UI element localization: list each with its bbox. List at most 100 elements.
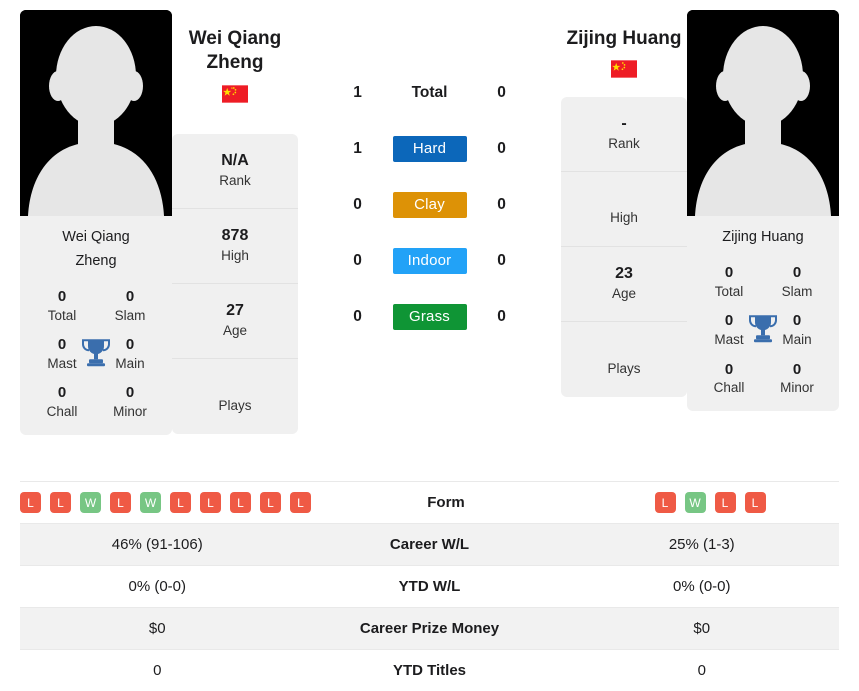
- right-card-high-label: High: [610, 210, 638, 226]
- left-card-rank-value: N/A: [221, 152, 249, 170]
- h2h-total-right: 0: [497, 84, 506, 101]
- right-form-badge-1[interactable]: W: [684, 492, 706, 513]
- left-card-high-label: High: [221, 248, 249, 264]
- left-player-titles-grid: 0 Total 0 Slam 0 Mast 0 Main 0 Chall 0 M…: [20, 282, 172, 421]
- h2h-indoor-label: Indoor: [392, 248, 467, 274]
- h2h-clay-label: Clay: [392, 192, 467, 218]
- left-titles-minor-value: 0: [125, 384, 135, 402]
- h2h-total-left: 1: [353, 84, 362, 101]
- h2h-row-total: 1 Total 0: [335, 65, 525, 121]
- left-player-photo[interactable]: [20, 10, 172, 216]
- flag-china-icon: [611, 60, 637, 78]
- left-form-badge-3[interactable]: L: [110, 492, 131, 513]
- stat-row-ytd-wl: 0% (0-0) YTD W/L 0% (0-0): [20, 565, 839, 607]
- right-career-prize-money: $0: [693, 620, 711, 637]
- left-form-badge-8[interactable]: L: [260, 492, 281, 513]
- left-card-age: 27 Age: [172, 284, 298, 359]
- h2h-hard-label-wrap: Hard: [381, 136, 479, 162]
- right-career-wl: 25% (1-3): [668, 536, 735, 553]
- stat-label-ytd-wl: YTD W/L: [398, 578, 461, 595]
- stat-label-ytd-titles: YTD Titles: [392, 662, 467, 679]
- h2h-total-label-wrap: Total: [381, 84, 479, 102]
- right-card-age: 23 Age: [561, 247, 687, 322]
- h2h-hard-label: Hard: [392, 136, 467, 162]
- left-card-rank: N/A Rank: [172, 134, 298, 209]
- h2h-hard-left: 1: [353, 140, 362, 157]
- left-form-badge-2[interactable]: W: [80, 492, 101, 513]
- stat-label-form: Form: [427, 494, 465, 511]
- left-titles-chall-label: Chall: [46, 404, 78, 420]
- left-form-badge-4[interactable]: W: [140, 492, 161, 513]
- left-titles-minor: 0 Minor: [96, 384, 164, 420]
- left-titles-chall: 0 Chall: [28, 384, 96, 420]
- right-titles-total: 0 Total: [695, 264, 763, 300]
- left-player-nameplate: Wei Qiang Zheng: [20, 216, 172, 282]
- h2h-clay-left: 0: [353, 196, 362, 213]
- right-player-title-line1: Zijing Huang: [566, 28, 682, 49]
- right-ytd-wl: 0% (0-0): [672, 578, 731, 595]
- stat-label-career-prize-money: Career Prize Money: [359, 620, 500, 637]
- left-form-badge-1[interactable]: L: [50, 492, 71, 513]
- left-titles-minor-label: Minor: [113, 404, 147, 420]
- left-player-title: Wei Qiang Zheng: [189, 10, 282, 76]
- right-player-titles-box: 0 Total 0 Slam 0 Mast 0 Main 0 Chall 0 M…: [687, 257, 839, 411]
- right-card-plays-value: [561, 340, 687, 360]
- right-player-titles-grid: 0 Total 0 Slam 0 Mast 0 Main 0 Chall 0 M…: [687, 258, 839, 397]
- h2h-row-hard: 1 Hard 0: [335, 121, 525, 177]
- right-card-rank-label: Rank: [608, 135, 640, 151]
- left-card-plays-value: [172, 377, 298, 397]
- h2h-row-grass: 0 Grass 0: [335, 289, 525, 345]
- right-player-photo[interactable]: [687, 10, 839, 216]
- left-player-card: Wei Qiang Zheng N/A Rank 878 High 27 Age…: [172, 10, 298, 434]
- left-ytd-wl: 0% (0-0): [128, 578, 187, 595]
- stat-row-career-wl: 46% (91-106) Career W/L 25% (1-3): [20, 523, 839, 565]
- right-card-age-value: 23: [615, 265, 633, 283]
- right-form-cell: LWLL: [581, 492, 839, 513]
- h2h-grass-label-wrap: Grass: [381, 304, 479, 330]
- left-player-nameplate-line1: Wei Qiang: [62, 229, 130, 245]
- h2h-grass-label: Grass: [392, 304, 467, 330]
- left-player-nameplate-line2: Zheng: [75, 252, 117, 269]
- left-form-badge-7[interactable]: L: [230, 492, 251, 513]
- h2h-grass-right: 0: [497, 308, 506, 325]
- left-card-age-value: 27: [226, 302, 244, 320]
- right-card-high-value: [561, 189, 687, 209]
- right-player-nameplate: Zijing Huang: [687, 216, 839, 258]
- left-form-badge-6[interactable]: L: [200, 492, 221, 513]
- right-form-badge-3[interactable]: L: [744, 492, 766, 513]
- right-ytd-titles: 0: [697, 662, 706, 679]
- right-card-high: High: [561, 172, 687, 247]
- right-card-rank: - Rank: [561, 97, 687, 172]
- left-card-rank-label: Rank: [219, 173, 251, 189]
- right-form-badge-0[interactable]: L: [654, 492, 676, 513]
- h2h-clay-label-wrap: Clay: [381, 192, 479, 218]
- right-player-nameplate-line1: Zijing Huang: [722, 229, 804, 245]
- right-card-plays-label: Plays: [607, 360, 641, 376]
- left-titles-chall-value: 0: [57, 384, 67, 402]
- right-titles-chall-value: 0: [724, 360, 734, 378]
- left-form-badge-5[interactable]: L: [170, 492, 191, 513]
- avatar-silhouette-icon: [687, 10, 839, 216]
- left-career-prize-money: $0: [148, 620, 166, 637]
- right-titles-slam: 0 Slam: [763, 264, 831, 300]
- left-titles-total: 0 Total: [28, 288, 96, 324]
- left-form-badge-0[interactable]: L: [20, 492, 41, 513]
- left-titles-total-value: 0: [57, 287, 67, 305]
- h2h-hard-right: 0: [497, 140, 506, 157]
- left-card-high-value: 878: [221, 227, 249, 245]
- right-titles-total-label: Total: [714, 283, 744, 299]
- left-card-age-label: Age: [222, 323, 248, 339]
- left-form-badge-9[interactable]: L: [290, 492, 311, 513]
- right-form-badge-2[interactable]: L: [714, 492, 736, 513]
- left-titles-slam-value: 0: [125, 287, 135, 305]
- head-to-head-surfaces: 1 Total 0 1 Hard 0 0 Clay 0 0 Indoor 0 0…: [298, 10, 561, 345]
- right-card-rank-value: -: [621, 115, 627, 133]
- right-titles-chall: 0 Chall: [695, 361, 763, 397]
- right-player-flag: [611, 60, 637, 78]
- h2h-indoor-right: 0: [497, 252, 506, 269]
- left-titles-slam: 0 Slam: [96, 288, 164, 324]
- right-card-age-label: Age: [611, 285, 637, 301]
- player-stat-comparison-table: LLWLWLLLLL Form LWLL 46% (91-106) Career…: [20, 481, 839, 691]
- right-card-plays: Plays: [561, 322, 687, 397]
- right-player-stat-card: - Rank High 23 Age Plays: [561, 96, 687, 397]
